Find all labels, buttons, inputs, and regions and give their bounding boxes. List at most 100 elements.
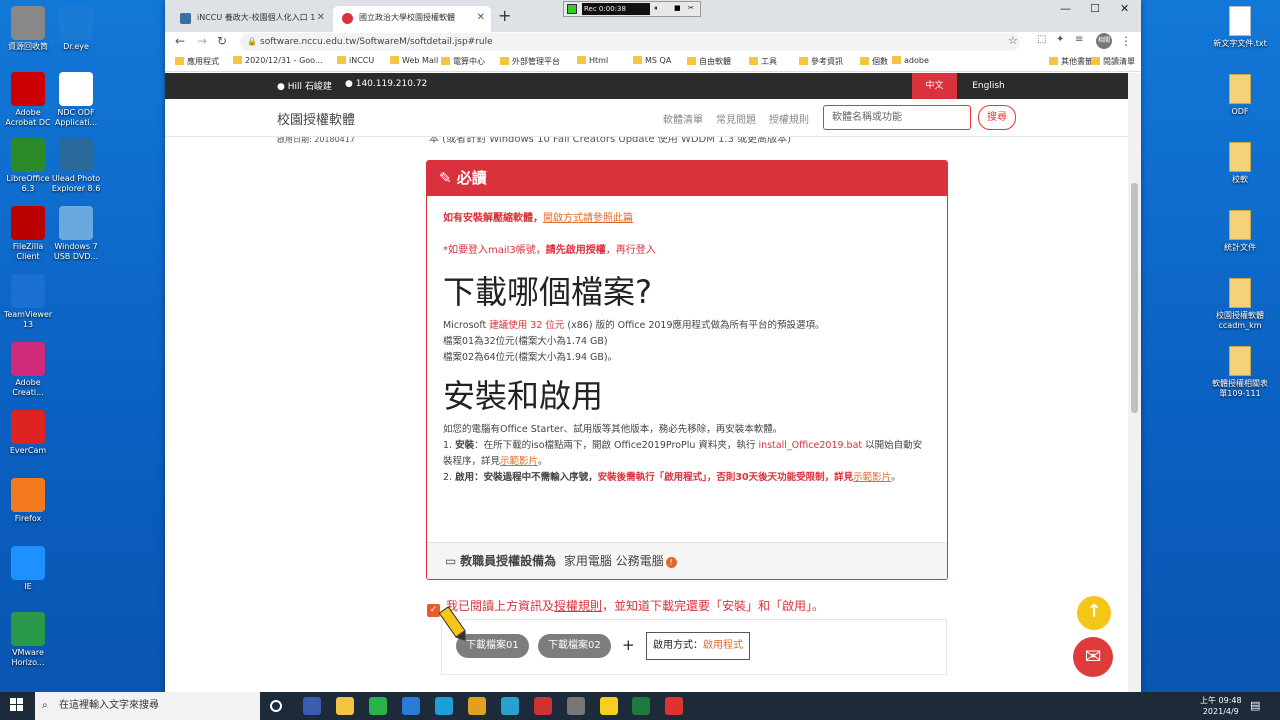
bookmark-item[interactable]: 其他書籤 bbox=[1049, 56, 1093, 67]
bookmark-item[interactable]: 應用程式 bbox=[175, 56, 219, 67]
bookmark-item[interactable]: 閱讀清單 bbox=[1091, 56, 1135, 67]
nav-software-list[interactable]: 軟體清單 bbox=[663, 111, 703, 126]
excel-icon[interactable] bbox=[632, 697, 650, 715]
search-input[interactable]: 軟體名稱或功能 bbox=[823, 105, 971, 130]
desktop-icon[interactable]: EverCam bbox=[0, 410, 56, 456]
task-view-icon[interactable] bbox=[270, 700, 282, 712]
tab-inccu[interactable]: iNCCU 養政大-校園個人化入口 1 ✕ bbox=[171, 6, 331, 32]
messenger-chat-button[interactable]: ✉ bbox=[1073, 637, 1113, 677]
bookmark-item[interactable]: 個數 bbox=[860, 56, 888, 67]
sticky-notes-icon[interactable] bbox=[600, 697, 618, 715]
extension-icon[interactable]: ⬚ bbox=[1037, 34, 1046, 45]
scroll-to-top-button[interactable]: ↑ bbox=[1077, 596, 1111, 630]
bookmark-label: Html bbox=[589, 56, 609, 65]
nav-faq[interactable]: 常見問題 bbox=[716, 111, 756, 126]
tools-icon[interactable]: ✂ bbox=[688, 4, 694, 12]
tab-software[interactable]: 國立政治大學校園授權軟體 ✕ bbox=[333, 6, 491, 32]
puzzle-icon[interactable]: ✦ bbox=[1056, 34, 1064, 45]
desktop-icon-label: 軟體授權相關表單109-111 bbox=[1212, 379, 1268, 398]
folder-icon bbox=[687, 57, 696, 65]
agree-checkbox-row[interactable]: ✓ 我已閱讀上方資訊及授權規則，並知道下載完還要「安裝」和「啟用」。 bbox=[427, 597, 824, 617]
page-scrollbar[interactable] bbox=[1128, 73, 1141, 693]
download-file02-button[interactable]: 下載檔案02 bbox=[538, 634, 611, 658]
desktop-icon[interactable]: Windows 7 USB DVD... bbox=[48, 206, 104, 262]
profile-avatar[interactable]: 相關 bbox=[1096, 33, 1112, 49]
bookmark-item[interactable]: MS QA bbox=[633, 56, 671, 65]
close-tab-icon[interactable]: ✕ bbox=[317, 6, 325, 30]
info-icon[interactable]: ! bbox=[665, 557, 677, 568]
desktop-icon[interactable]: 校軟 bbox=[1212, 142, 1268, 185]
app-icon bbox=[11, 6, 45, 40]
bookmarks-bar: 應用程式 2020/12/31 - Goo... iNCCU Web Mail 電算中心… bbox=[165, 52, 1141, 72]
bookmark-item[interactable]: 2020/12/31 - Goo... bbox=[233, 56, 323, 65]
forward-icon[interactable]: → bbox=[197, 34, 207, 48]
minimize-icon[interactable]: — bbox=[1060, 2, 1071, 15]
tab-label: iNCCU 養政大-校園個人化入口 1 bbox=[197, 13, 316, 22]
desktop-icon[interactable]: TeamViewer 13 bbox=[0, 274, 56, 330]
bookmark-item[interactable]: Web Mail bbox=[390, 56, 438, 65]
edge-new-icon[interactable] bbox=[435, 697, 453, 715]
reload-icon[interactable]: ↻ bbox=[217, 34, 227, 48]
bookmark-label: 外部管理平台 bbox=[512, 57, 560, 66]
windows-start-icon[interactable] bbox=[10, 698, 24, 712]
desktop-icon[interactable]: Dr.eye bbox=[48, 6, 104, 52]
edge-icon[interactable] bbox=[402, 697, 420, 715]
new-tab-button[interactable]: + bbox=[498, 6, 511, 25]
chrome-icon[interactable] bbox=[665, 697, 683, 715]
unzip-guide-link[interactable]: 開啟方式請參照此篇 bbox=[543, 213, 633, 224]
file-explorer-icon[interactable] bbox=[336, 697, 354, 715]
tab-label: 國立政治大學校園授權軟體 bbox=[359, 13, 455, 22]
license-rules-link[interactable]: 授權規則 bbox=[554, 599, 602, 613]
app-icon[interactable] bbox=[534, 697, 552, 715]
lang-en-button[interactable]: English bbox=[957, 73, 1020, 99]
activate-video-link[interactable]: 示範影片 bbox=[853, 472, 891, 483]
desktop-icon[interactable]: 校園授權軟體ccadm_km bbox=[1212, 278, 1268, 331]
bookmark-label: 應用程式 bbox=[187, 57, 219, 66]
back-icon[interactable]: ← bbox=[175, 34, 185, 48]
bookmark-star-icon[interactable]: ☆ bbox=[1008, 34, 1018, 47]
pause-icon[interactable]: ⏸ bbox=[654, 4, 658, 13]
bookmark-item[interactable]: 工具 bbox=[749, 56, 777, 67]
bookmark-item[interactable]: 參考資訊 bbox=[799, 56, 843, 67]
list-icon[interactable]: ≡ bbox=[1075, 34, 1083, 45]
bookmark-item[interactable]: adobe bbox=[892, 56, 929, 65]
chrome-icon[interactable] bbox=[468, 697, 486, 715]
desktop-icon[interactable]: 軟體授權相關表單109-111 bbox=[1212, 346, 1268, 399]
scroll-thumb[interactable] bbox=[1131, 183, 1138, 413]
desktop-icon[interactable]: Firefox bbox=[0, 478, 56, 524]
install-video-link[interactable]: 示範影片 bbox=[500, 456, 538, 467]
notification-icon[interactable]: ▤ bbox=[1250, 699, 1260, 712]
line-icon[interactable] bbox=[369, 697, 387, 715]
taskbar-search-input[interactable]: ⌕ 在這裡輸入文字來搜尋 bbox=[35, 692, 260, 720]
desktop-icon[interactable]: 新文字文件.txt bbox=[1212, 6, 1268, 49]
desktop-icon[interactable]: IE bbox=[0, 546, 56, 592]
system-clock[interactable]: 上午 09:48 2021/4/9 bbox=[1200, 695, 1242, 717]
desktop-icon[interactable]: 統計文件 bbox=[1212, 210, 1268, 253]
desktop-icon[interactable]: ODF bbox=[1212, 74, 1268, 117]
bookmark-item[interactable]: 外部管理平台 bbox=[500, 56, 560, 67]
bookmark-item[interactable]: 自由軟體 bbox=[687, 56, 731, 67]
bookmark-item[interactable]: 電算中心 bbox=[441, 56, 485, 67]
stop-icon[interactable]: ■ bbox=[674, 4, 681, 12]
activation-program-link[interactable]: 啟用程式 bbox=[703, 640, 743, 651]
app-icon[interactable] bbox=[501, 697, 519, 715]
url-field[interactable]: 🔒 software.nccu.edu.tw/SoftwareM/softdet… bbox=[240, 33, 1020, 51]
desktop-icon[interactable]: NDC ODF Applicati... bbox=[48, 72, 104, 128]
desktop-icon-label: 校軟 bbox=[1232, 175, 1248, 184]
maximize-icon[interactable]: ☐ bbox=[1090, 2, 1100, 15]
close-tab-icon[interactable]: ✕ bbox=[477, 6, 485, 30]
site-brand[interactable]: 校園授權軟體 bbox=[277, 109, 355, 128]
search-button[interactable]: 搜尋 bbox=[978, 105, 1016, 130]
bookmark-item[interactable]: Html bbox=[577, 56, 608, 65]
app-icon[interactable] bbox=[303, 697, 321, 715]
desktop-icon[interactable]: Ulead Photo Explorer 8.6 bbox=[48, 138, 104, 194]
menu-dots-icon[interactable]: ⋮ bbox=[1120, 34, 1132, 48]
bookmark-label: adobe bbox=[904, 56, 929, 65]
desktop-icon[interactable]: Adobe Creati... bbox=[0, 342, 56, 398]
bookmark-item[interactable]: iNCCU bbox=[337, 56, 374, 65]
nav-license-rules[interactable]: 授權規則 bbox=[769, 111, 809, 126]
calculator-icon[interactable] bbox=[567, 697, 585, 715]
lang-zh-button[interactable]: 中文 bbox=[912, 73, 957, 99]
close-window-icon[interactable]: ✕ bbox=[1120, 2, 1129, 15]
desktop-icon[interactable]: VMware Horizo... bbox=[0, 612, 56, 668]
